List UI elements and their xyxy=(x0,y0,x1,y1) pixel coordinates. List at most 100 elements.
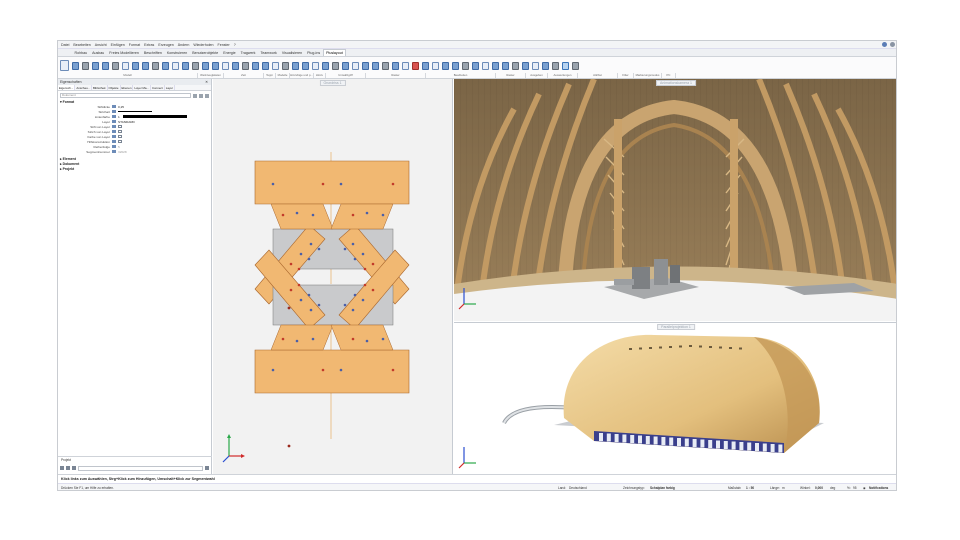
ribbon-tool-icon[interactable] xyxy=(152,61,159,70)
ribbon-tool-icon[interactable] xyxy=(472,61,479,70)
tab-konstruieren[interactable]: Konstruieren xyxy=(164,50,189,56)
panel-tab-connect[interactable]: Connect xyxy=(151,85,165,90)
ribbon-tool-icon[interactable] xyxy=(492,61,499,70)
close-icon[interactable]: ✕ xyxy=(205,80,208,84)
ribbon-tool-icon[interactable] xyxy=(262,61,269,70)
ribbon-tool-icon[interactable] xyxy=(242,61,249,70)
menu-item-ansicht[interactable]: Ansicht xyxy=(95,43,107,47)
list-icon[interactable] xyxy=(72,466,76,470)
ribbon-tool-icon[interactable] xyxy=(312,61,319,70)
ribbon-tool-icon[interactable] xyxy=(442,61,449,70)
checkbox[interactable] xyxy=(118,129,122,134)
color-swatch[interactable] xyxy=(122,115,187,118)
viewport-animationskamera[interactable]: Animationskamera 1 xyxy=(454,79,896,321)
panel-tab-layer[interactable]: Layer xyxy=(165,85,175,90)
linetype-preview[interactable] xyxy=(118,111,152,112)
ribbon-tool-icon[interactable] xyxy=(432,61,439,70)
checkbox[interactable] xyxy=(118,134,122,139)
panel-tab-objekte[interactable]: Objekte xyxy=(108,85,121,90)
ribbon-tool-icon[interactable] xyxy=(382,61,389,70)
zoom-value[interactable]: 95 xyxy=(853,486,857,490)
dropdown-icon[interactable] xyxy=(205,466,209,470)
section-projekt[interactable]: ▸ Projekt xyxy=(58,167,211,172)
tab-plugins[interactable]: Plug-ins xyxy=(305,50,323,56)
ribbon-tool-icon[interactable] xyxy=(272,61,279,70)
menu-item-datei[interactable]: Datei xyxy=(61,43,69,47)
tab-benutzerobjekte[interactable]: Benutzerobjekte xyxy=(190,50,221,56)
panel-tab-bibliothek[interactable]: Bibliothek xyxy=(92,85,108,90)
panel-tab-anschauung[interactable]: Anschau... xyxy=(75,85,92,90)
ribbon-tool-icon[interactable] xyxy=(412,61,419,70)
viewport-grundriss[interactable]: Grundriss 1 xyxy=(213,79,453,474)
prop-value[interactable]: 0,25 xyxy=(118,105,124,109)
ribbon-tool-icon[interactable] xyxy=(112,61,119,70)
gear-icon[interactable] xyxy=(882,42,887,47)
ribbon-tool-icon[interactable] xyxy=(522,61,529,70)
ribbon-tool-icon[interactable] xyxy=(232,61,239,70)
land-value[interactable]: Deutschland xyxy=(569,486,587,490)
menu-item-format[interactable]: Format xyxy=(129,43,140,47)
ribbon-tool-icon[interactable] xyxy=(292,61,299,70)
panel-tab-layer-manager[interactable]: Layer Ma... xyxy=(133,85,151,90)
prop-value[interactable]: 1 xyxy=(118,115,120,119)
ribbon-tool-icon[interactable] xyxy=(392,61,399,70)
ribbon-tool-icon[interactable] xyxy=(282,61,289,70)
menu-item-einfuegen[interactable]: Einfügen xyxy=(111,43,125,47)
tab-beschriften[interactable]: Beschriften xyxy=(141,50,164,56)
tab-teamwork[interactable]: Teamwork xyxy=(258,50,279,56)
filter-icon[interactable] xyxy=(199,93,203,98)
panel-tab-ebenen[interactable]: Ebenen xyxy=(121,85,134,90)
ribbon-tool-icon[interactable] xyxy=(422,61,429,70)
tab-energie[interactable]: Energie xyxy=(221,50,238,56)
ribbon-tool-icon[interactable] xyxy=(132,61,139,70)
prop-value[interactable]: 32028 xyxy=(118,150,127,154)
length-value[interactable]: m xyxy=(782,486,785,490)
tab-visualisieren[interactable]: Visualisieren xyxy=(279,50,304,56)
ribbon-tool-icon[interactable] xyxy=(252,61,259,70)
ribbon-tool-icon[interactable] xyxy=(342,61,349,70)
ribbon-tool-icon[interactable] xyxy=(192,61,199,70)
ribbon-tool-icon[interactable] xyxy=(302,61,309,70)
tab-ausbau[interactable]: Ausbau xyxy=(90,50,107,56)
ribbon-tool-icon[interactable] xyxy=(482,61,489,70)
ribbon-tool-icon[interactable] xyxy=(92,61,99,70)
checkbox[interactable] xyxy=(118,139,122,144)
ribbon-tool-icon[interactable] xyxy=(552,61,559,70)
panel-tab-eigenschaften[interactable]: Eigensch... xyxy=(58,85,76,90)
prop-value[interactable]: STANDARD xyxy=(118,120,135,124)
ribbon-tool-icon[interactable] xyxy=(122,61,129,70)
ribbon-tool-icon[interactable] xyxy=(82,61,89,70)
ribbon-tool-icon[interactable] xyxy=(162,61,169,70)
ribbon-tool-icon[interactable] xyxy=(142,61,149,70)
ribbon-tool-icon[interactable] xyxy=(322,61,329,70)
ribbon-tool-icon[interactable] xyxy=(362,61,369,70)
viewport-parallelprojektion[interactable]: Parallelprojektion 1 xyxy=(454,322,896,474)
ribbon-tool-icon[interactable] xyxy=(212,61,219,70)
tab-rohbau[interactable]: Rohbau xyxy=(72,50,90,56)
ribbon-tool-icon[interactable] xyxy=(352,61,359,70)
search-icon[interactable] xyxy=(890,42,895,47)
tab-pluslayout[interactable]: Pluslayout xyxy=(322,49,347,56)
ribbon-tool-icon[interactable] xyxy=(572,61,579,70)
ribbon-tool-icon[interactable] xyxy=(512,61,519,70)
dropdown-icon[interactable] xyxy=(193,93,197,98)
ribbon-tool-icon[interactable] xyxy=(462,61,469,70)
document-selector[interactable]: Dokument xyxy=(60,93,191,98)
menu-item-help[interactable]: ? xyxy=(234,43,236,47)
copy-icon[interactable] xyxy=(66,466,70,470)
edit-icon[interactable] xyxy=(60,466,64,470)
draw-value[interactable]: Schalplan farbig xyxy=(650,486,675,490)
ribbon-tool-icon[interactable] xyxy=(402,61,409,70)
ribbon-tool-icon[interactable] xyxy=(332,61,339,70)
settings-icon[interactable] xyxy=(205,93,209,98)
angle-value[interactable]: 0,000 xyxy=(815,486,823,490)
ribbon-tool-icon[interactable] xyxy=(172,61,179,70)
ribbon-tool-icon[interactable] xyxy=(502,61,509,70)
ribbon-tool-icon[interactable] xyxy=(542,61,549,70)
checkbox[interactable] xyxy=(118,124,122,129)
ribbon-tool-icon[interactable] xyxy=(222,61,229,70)
menu-item-wiederholen[interactable]: Wiederholen xyxy=(193,43,213,47)
ribbon-tool-icon[interactable] xyxy=(102,61,109,70)
prop-value[interactable]: 5 xyxy=(118,145,120,149)
menu-item-erzeugen[interactable]: Erzeugen xyxy=(158,43,173,47)
